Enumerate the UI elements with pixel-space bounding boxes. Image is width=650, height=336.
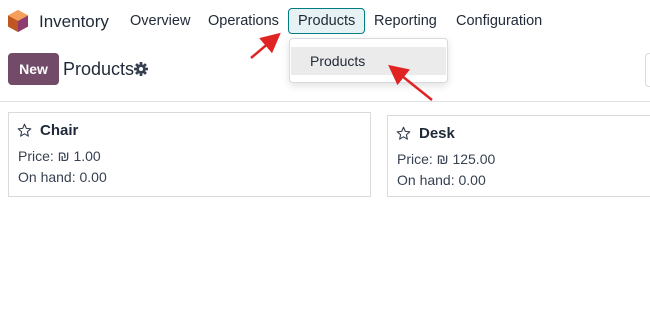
new-button[interactable]: New xyxy=(8,53,59,85)
product-price: Price: ₪ 125.00 xyxy=(397,151,496,167)
menu-configuration[interactable]: Configuration xyxy=(456,13,542,29)
page-title: Products xyxy=(63,59,135,79)
star-icon[interactable] xyxy=(396,126,411,141)
gear-icon[interactable] xyxy=(134,62,148,76)
main-navbar: Inventory Overview Operations Products R… xyxy=(0,0,650,42)
product-price: Price: ₪ 1.00 xyxy=(18,148,101,164)
menu-products[interactable]: Products xyxy=(288,8,366,34)
search-bar-edge[interactable] xyxy=(645,53,650,87)
kanban-card-chair[interactable]: Chair Price: ₪ 1.00 On hand: 0.00 xyxy=(8,112,371,197)
product-on-hand: On hand: 0.00 xyxy=(397,172,486,188)
kanban-card-desk[interactable]: Desk Price: ₪ 125.00 On hand: 0.00 xyxy=(387,115,650,197)
app-name[interactable]: Inventory xyxy=(39,12,109,32)
kanban-view: Chair Price: ₪ 1.00 On hand: 0.00 Desk P… xyxy=(0,102,650,336)
product-name: Chair xyxy=(40,122,79,139)
inventory-app-logo-icon[interactable] xyxy=(8,10,28,32)
product-on-hand: On hand: 0.00 xyxy=(18,169,107,185)
menu-overview[interactable]: Overview xyxy=(130,13,190,29)
products-dropdown-menu: Products xyxy=(289,38,448,83)
star-icon[interactable] xyxy=(17,123,32,138)
menu-reporting[interactable]: Reporting xyxy=(374,13,437,29)
product-name: Desk xyxy=(419,125,455,142)
dropdown-item-products[interactable]: Products xyxy=(291,47,446,75)
menu-operations[interactable]: Operations xyxy=(208,13,279,29)
